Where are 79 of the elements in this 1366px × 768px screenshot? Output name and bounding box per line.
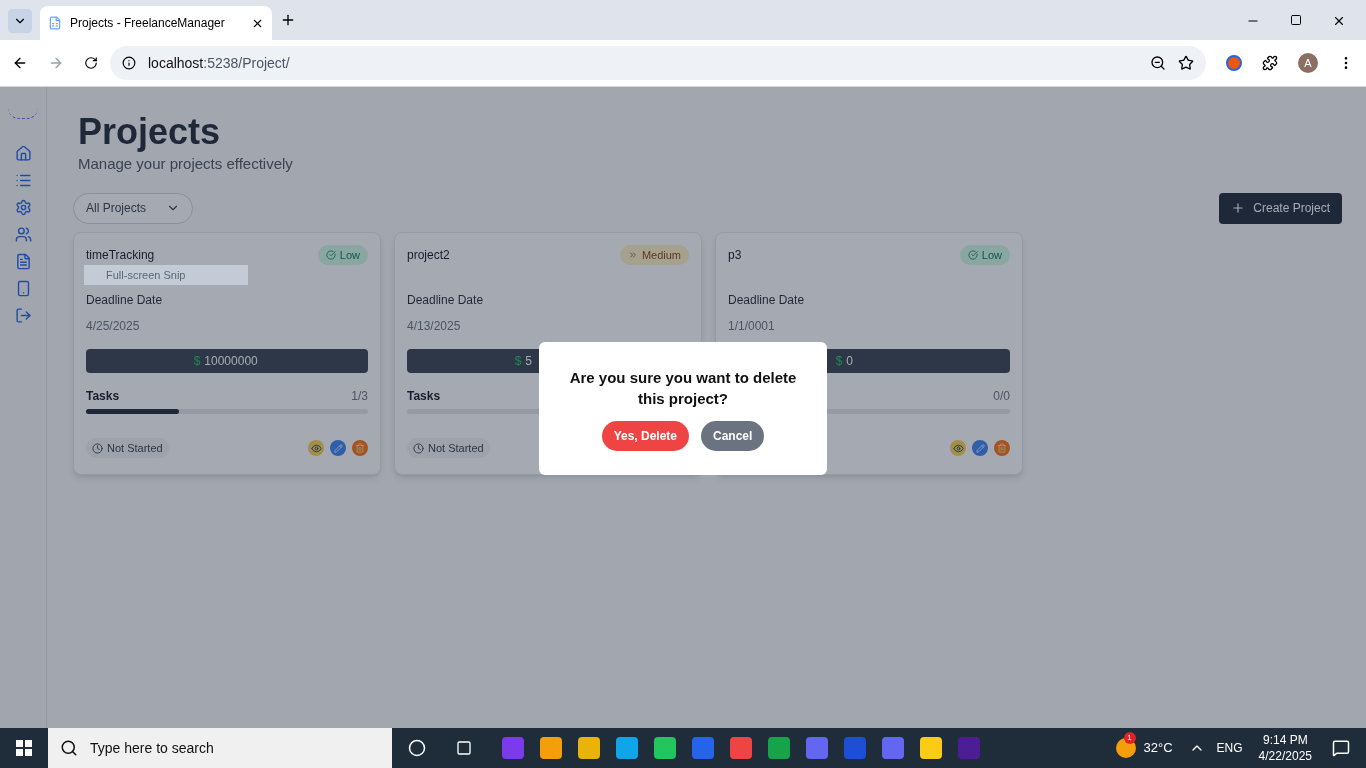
status-badge: Not Started xyxy=(407,437,490,459)
pencil-icon xyxy=(333,443,343,453)
tab-list-button[interactable] xyxy=(8,9,32,33)
page-icon xyxy=(48,16,62,30)
deadline-date: 1/1/0001 xyxy=(728,318,776,335)
view-button[interactable] xyxy=(950,440,966,456)
trash-icon xyxy=(355,443,365,453)
delete-button[interactable] xyxy=(994,440,1010,456)
deadline-date: 4/13/2025 xyxy=(407,318,462,335)
priority-badge: Medium xyxy=(619,244,689,265)
info-icon xyxy=(122,56,136,70)
maximize-icon[interactable] xyxy=(1290,14,1302,26)
budget-amount: 10000000 xyxy=(204,353,259,370)
budget-amount: 5 xyxy=(525,353,534,370)
tab-title: Projects - FreelanceManager xyxy=(70,15,226,32)
deadline-label: Deadline Date xyxy=(728,292,806,309)
tasks-label: Tasks xyxy=(86,388,120,403)
priority-badge: Low xyxy=(317,244,368,265)
cortana-icon[interactable] xyxy=(408,739,426,757)
profile-avatar[interactable]: A xyxy=(1298,53,1318,73)
deadline-date: 4/25/2025 xyxy=(86,318,141,335)
logout-icon[interactable] xyxy=(14,307,32,324)
notifications-icon[interactable] xyxy=(1332,739,1350,757)
clock-time[interactable]: 9:14 PM xyxy=(1262,732,1308,748)
deadline-label: Deadline Date xyxy=(407,292,485,309)
temperature[interactable]: 32°C xyxy=(1143,738,1173,758)
trash-icon xyxy=(997,443,1007,453)
edit-button[interactable] xyxy=(972,440,988,456)
snip-tooltip: Full-screen Snip xyxy=(84,265,248,285)
clock-date[interactable]: 4/22/2025 xyxy=(1258,748,1312,764)
eye-icon xyxy=(952,442,964,454)
tasks-count: 0/0 xyxy=(993,388,1010,403)
back-icon[interactable] xyxy=(12,55,28,71)
currency-symbol: $ xyxy=(193,353,201,370)
budget-amount: 0 xyxy=(846,353,855,370)
edit-button[interactable] xyxy=(330,440,346,456)
page-subtitle: Manage your projects effectively xyxy=(78,154,294,174)
close-icon[interactable] xyxy=(1332,14,1346,28)
browser-tab[interactable]: Projects - FreelanceManager xyxy=(40,6,272,40)
task-view-icon[interactable] xyxy=(456,740,472,756)
language-indicator[interactable]: ENG xyxy=(1216,739,1243,757)
document-icon[interactable] xyxy=(14,253,32,270)
project-name: project2 xyxy=(407,246,450,264)
home-icon[interactable] xyxy=(14,145,32,162)
project-name: p3 xyxy=(728,246,742,264)
plus-icon xyxy=(1231,201,1246,215)
gear-icon[interactable] xyxy=(14,199,32,216)
taskbar-search-field[interactable]: Type here to search xyxy=(48,728,392,768)
extension-icon[interactable] xyxy=(1226,55,1242,71)
project-name: timeTracking xyxy=(86,246,155,264)
confirm-delete-button[interactable]: Yes, Delete xyxy=(601,421,689,451)
create-project-button[interactable]: Create Project xyxy=(1219,192,1342,224)
url-text: localhost:5238/Project/ xyxy=(148,53,291,73)
forward-icon[interactable] xyxy=(48,55,64,71)
delete-button[interactable] xyxy=(352,440,368,456)
search-icon xyxy=(60,739,78,757)
people-icon[interactable] xyxy=(14,226,32,243)
priority-badge: Low xyxy=(959,244,1010,265)
list-icon[interactable] xyxy=(14,172,32,189)
view-button[interactable] xyxy=(308,440,324,456)
deadline-label: Deadline Date xyxy=(86,292,164,309)
project-filter-dropdown[interactable]: All Projects xyxy=(73,192,194,224)
eye-icon xyxy=(310,442,322,454)
star-icon xyxy=(1178,55,1194,71)
weather-badge: 1 xyxy=(1123,732,1136,744)
currency-symbol: $ xyxy=(514,353,522,370)
currency-symbol: $ xyxy=(835,353,843,370)
tasks-count: 1/3 xyxy=(351,388,368,403)
address-bar[interactable]: localhost:5238/Project/ xyxy=(110,46,1206,80)
status-badge: Not Started xyxy=(86,437,169,459)
pencil-icon xyxy=(975,443,985,453)
page-title: Projects xyxy=(78,111,222,153)
dialog-message: Are you sure you want to delete this project? xyxy=(568,368,798,409)
reload-icon[interactable] xyxy=(84,56,98,70)
tasks-label: Tasks xyxy=(407,388,441,403)
zoom-out-icon xyxy=(1150,55,1166,71)
cancel-button[interactable]: Cancel xyxy=(701,421,765,451)
new-tab-icon[interactable] xyxy=(280,12,296,28)
extensions-icon[interactable] xyxy=(1262,55,1278,71)
